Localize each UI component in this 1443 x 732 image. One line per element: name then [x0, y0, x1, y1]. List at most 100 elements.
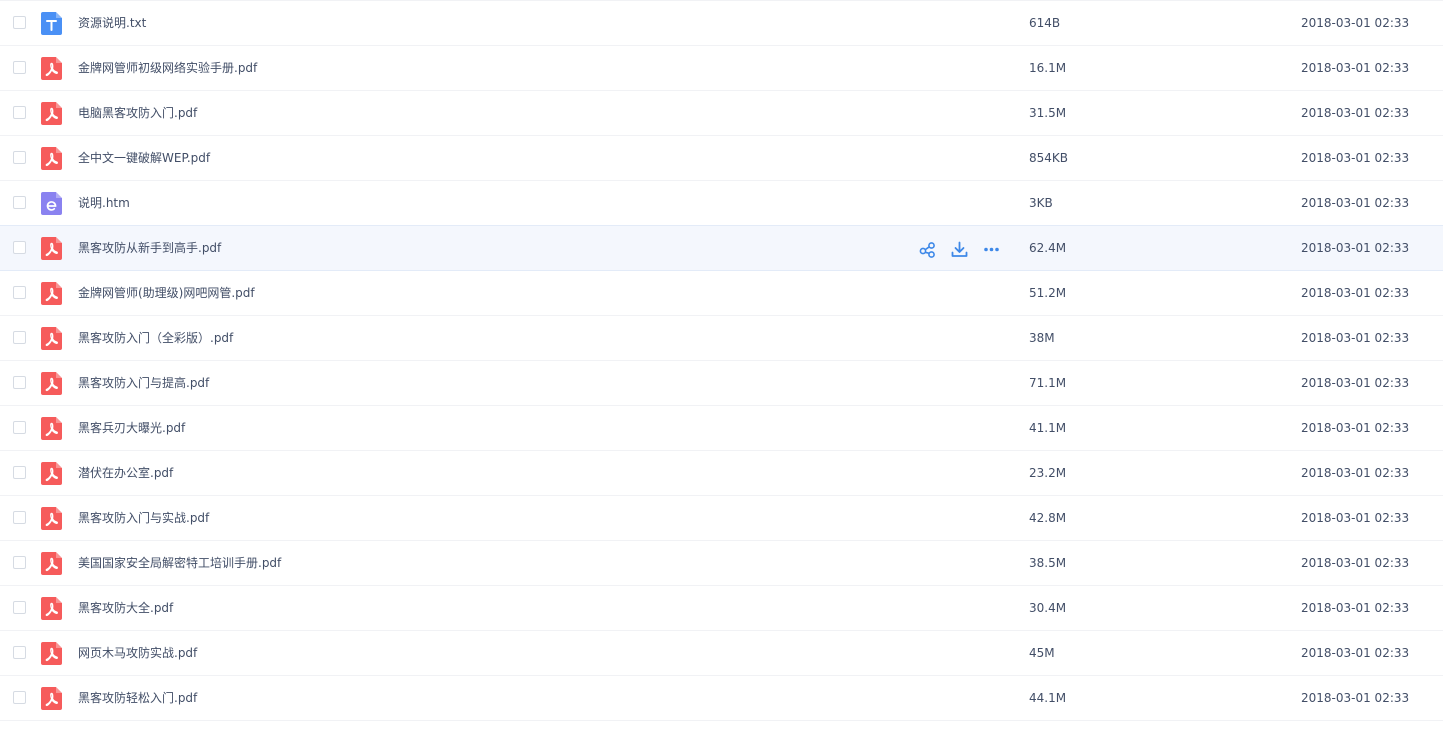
file-name[interactable]: 金牌网管师(助理级)网吧网管.pdf	[78, 271, 255, 316]
file-size: 51.2M	[1029, 286, 1067, 300]
txt-file-icon	[41, 12, 62, 35]
row-checkbox[interactable]	[13, 466, 26, 479]
file-name[interactable]: 美国国家安全局解密特工培训手册.pdf	[78, 541, 281, 586]
modified-time: 2018-03-01 02:33	[1301, 241, 1410, 255]
file-size: 38.5M	[1029, 556, 1067, 570]
modified-time: 2018-03-01 02:33	[1301, 466, 1410, 480]
file-row[interactable]: 黑客兵刃大曝光.pdf 41.1M 2018-03-01 02:33	[0, 406, 1443, 451]
file-row[interactable]: 黑客攻防从新手到高手.pdf 62.4M 2018-03-01 02:33	[0, 225, 1443, 271]
file-name[interactable]: 黑客攻防入门与提高.pdf	[78, 361, 209, 406]
pdf-file-icon	[41, 642, 62, 665]
row-checkbox[interactable]	[13, 691, 26, 704]
modified-time: 2018-03-01 02:33	[1301, 376, 1410, 390]
pdf-file-icon	[41, 462, 62, 485]
pdf-file-icon	[41, 102, 62, 125]
file-name[interactable]: 潜伏在办公室.pdf	[78, 451, 173, 496]
file-row[interactable]: 潜伏在办公室.pdf 23.2M 2018-03-01 02:33	[0, 451, 1443, 496]
row-checkbox[interactable]	[13, 106, 26, 119]
modified-time: 2018-03-01 02:33	[1301, 151, 1410, 165]
file-row[interactable]: 黑客攻防入门（全彩版）.pdf 38M 2018-03-01 02:33	[0, 316, 1443, 361]
file-row[interactable]: 黑客攻防入门与提高.pdf 71.1M 2018-03-01 02:33	[0, 361, 1443, 406]
row-checkbox[interactable]	[13, 376, 26, 389]
row-checkbox[interactable]	[13, 601, 26, 614]
file-size: 45M	[1029, 646, 1055, 660]
modified-time: 2018-03-01 02:33	[1301, 106, 1410, 120]
file-size: 23.2M	[1029, 466, 1067, 480]
pdf-file-icon	[41, 372, 62, 395]
file-name[interactable]: 黑客攻防入门与实战.pdf	[78, 496, 209, 541]
modified-time: 2018-03-01 02:33	[1301, 691, 1410, 705]
file-name[interactable]: 网页木马攻防实战.pdf	[78, 631, 197, 676]
row-checkbox[interactable]	[13, 61, 26, 74]
modified-time: 2018-03-01 02:33	[1301, 601, 1410, 615]
file-name[interactable]: 黑客兵刃大曝光.pdf	[78, 406, 185, 451]
pdf-file-icon	[41, 687, 62, 710]
file-name[interactable]: 资源说明.txt	[78, 1, 146, 46]
file-row[interactable]: 全中文一键破解WEP.pdf 854KB 2018-03-01 02:33	[0, 136, 1443, 181]
modified-time: 2018-03-01 02:33	[1301, 556, 1410, 570]
file-row[interactable]: 黑客攻防轻松入门.pdf 44.1M 2018-03-01 02:33	[0, 676, 1443, 721]
pdf-file-icon	[41, 327, 62, 350]
row-checkbox[interactable]	[13, 151, 26, 164]
modified-time: 2018-03-01 02:33	[1301, 646, 1410, 660]
file-list: 资源说明.txt 614B 2018-03-01 02:33 金牌网管师初级网络实验手…	[0, 0, 1443, 721]
row-checkbox[interactable]	[13, 241, 26, 254]
pdf-file-icon	[41, 417, 62, 440]
file-name[interactable]: 黑客攻防入门（全彩版）.pdf	[78, 316, 233, 361]
file-size: 44.1M	[1029, 691, 1067, 705]
file-name[interactable]: 黑客攻防轻松入门.pdf	[78, 676, 197, 721]
file-size: 31.5M	[1029, 106, 1067, 120]
file-row[interactable]: 黑客攻防入门与实战.pdf 42.8M 2018-03-01 02:33	[0, 496, 1443, 541]
file-size: 38M	[1029, 331, 1055, 345]
row-checkbox[interactable]	[13, 646, 26, 659]
file-size: 30.4M	[1029, 601, 1067, 615]
file-size: 614B	[1029, 16, 1061, 30]
file-size: 854KB	[1029, 151, 1069, 165]
row-checkbox[interactable]	[13, 511, 26, 524]
row-checkbox[interactable]	[13, 421, 26, 434]
file-name[interactable]: 金牌网管师初级网络实验手册.pdf	[78, 46, 257, 91]
file-name[interactable]: 黑客攻防从新手到高手.pdf	[78, 226, 221, 271]
pdf-file-icon	[41, 282, 62, 305]
file-name[interactable]: 全中文一键破解WEP.pdf	[78, 136, 210, 181]
file-row[interactable]: 网页木马攻防实战.pdf 45M 2018-03-01 02:33	[0, 631, 1443, 676]
pdf-file-icon	[41, 147, 62, 170]
row-checkbox[interactable]	[13, 16, 26, 29]
pdf-file-icon	[41, 57, 62, 80]
row-checkbox[interactable]	[13, 331, 26, 344]
modified-time: 2018-03-01 02:33	[1301, 16, 1410, 30]
file-row[interactable]: 电脑黑客攻防入门.pdf 31.5M 2018-03-01 02:33	[0, 91, 1443, 136]
file-row[interactable]: 说明.htm 3KB 2018-03-01 02:33	[0, 181, 1443, 226]
file-row[interactable]: 资源说明.txt 614B 2018-03-01 02:33	[0, 1, 1443, 46]
pdf-file-icon	[41, 507, 62, 530]
file-size: 41.1M	[1029, 421, 1067, 435]
file-name[interactable]: 黑客攻防大全.pdf	[78, 586, 173, 631]
row-checkbox[interactable]	[13, 556, 26, 569]
file-size: 16.1M	[1029, 61, 1067, 75]
file-size: 42.8M	[1029, 511, 1067, 525]
download-icon[interactable]	[950, 240, 968, 258]
modified-time: 2018-03-01 02:33	[1301, 286, 1410, 300]
pdf-file-icon	[41, 552, 62, 575]
more-icon[interactable]	[982, 240, 1000, 258]
file-row[interactable]: 黑客攻防大全.pdf 30.4M 2018-03-01 02:33	[0, 586, 1443, 631]
modified-time: 2018-03-01 02:33	[1301, 61, 1410, 75]
file-size: 3KB	[1029, 196, 1053, 210]
file-row[interactable]: 美国国家安全局解密特工培训手册.pdf 38.5M 2018-03-01 02:33	[0, 541, 1443, 586]
file-size: 62.4M	[1029, 241, 1067, 255]
file-row[interactable]: 金牌网管师(助理级)网吧网管.pdf 51.2M 2018-03-01 02:33	[0, 271, 1443, 316]
file-size: 71.1M	[1029, 376, 1067, 390]
file-name[interactable]: 说明.htm	[78, 181, 130, 226]
pdf-file-icon	[41, 597, 62, 620]
pdf-file-icon	[41, 237, 62, 260]
row-checkbox[interactable]	[13, 196, 26, 209]
file-row[interactable]: 金牌网管师初级网络实验手册.pdf 16.1M 2018-03-01 02:33	[0, 46, 1443, 91]
row-checkbox[interactable]	[13, 286, 26, 299]
modified-time: 2018-03-01 02:33	[1301, 196, 1410, 210]
row-actions	[918, 239, 1014, 259]
modified-time: 2018-03-01 02:33	[1301, 331, 1410, 345]
share-icon[interactable]	[918, 240, 936, 258]
modified-time: 2018-03-01 02:33	[1301, 421, 1410, 435]
htm-file-icon	[41, 192, 62, 215]
file-name[interactable]: 电脑黑客攻防入门.pdf	[78, 91, 197, 136]
